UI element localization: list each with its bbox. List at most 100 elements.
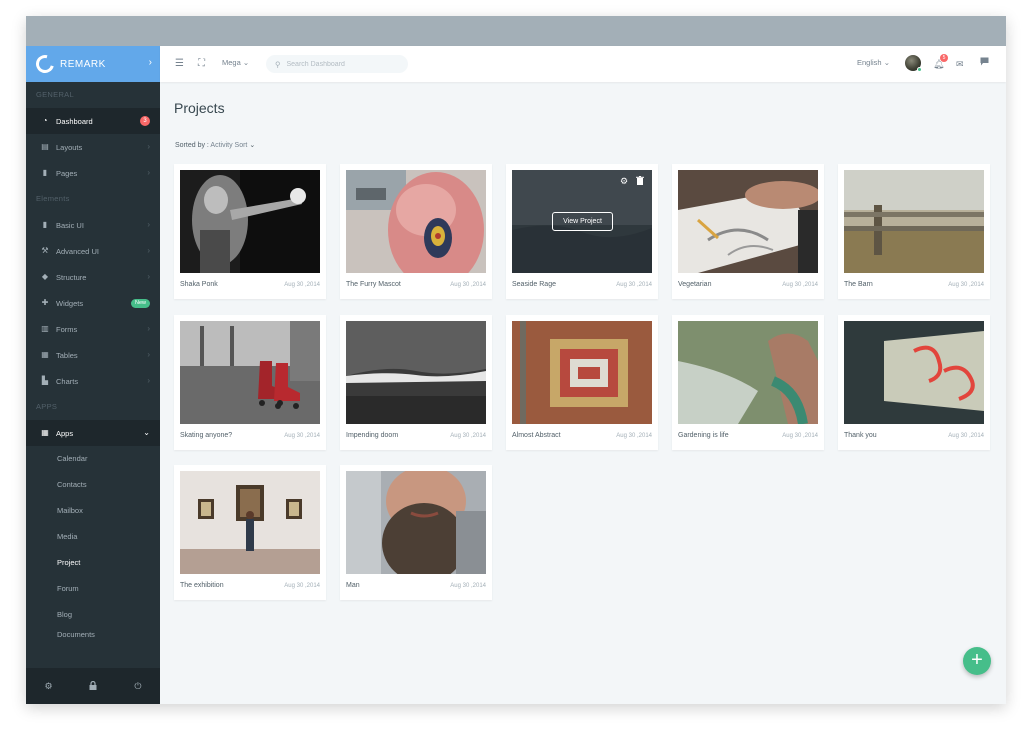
sidebar-subitem-blog[interactable]: Blog bbox=[26, 602, 160, 628]
chevron-right-icon[interactable]: › bbox=[149, 57, 152, 68]
sidebar-subitem-contacts[interactable]: Contacts bbox=[26, 472, 160, 498]
project-card[interactable]: Man Aug 30 ,2014 bbox=[340, 465, 492, 600]
chevron-right-icon: › bbox=[147, 142, 150, 151]
project-title: The exhibition bbox=[180, 582, 224, 589]
sidebar-subitem-project[interactable]: Project bbox=[26, 550, 160, 576]
sidebar-item-dashboard[interactable]: ◔ Dashboard 3 bbox=[26, 108, 160, 134]
avatar[interactable] bbox=[905, 55, 922, 72]
project-card[interactable]: Skating anyone? Aug 30 ,2014 bbox=[174, 315, 326, 450]
project-date: Aug 30 ,2014 bbox=[948, 433, 984, 439]
mail-icon[interactable]: ✉ bbox=[956, 57, 964, 71]
project-thumbnail[interactable] bbox=[180, 321, 320, 424]
project-thumbnail[interactable] bbox=[844, 321, 984, 424]
sidebar-item-widgets[interactable]: ✚ Widgets New bbox=[26, 290, 160, 316]
project-date: Aug 30 ,2014 bbox=[450, 282, 486, 288]
puzzle-icon: ◆ bbox=[41, 272, 49, 281]
project-card[interactable]: The Barn Aug 30 ,2014 bbox=[838, 164, 990, 299]
sidebar-subitem-documents[interactable]: Documents bbox=[26, 628, 160, 644]
project-title: Seaside Rage bbox=[512, 281, 556, 288]
sidebar-item-label: Charts bbox=[56, 376, 79, 386]
brand-name: REMARK bbox=[60, 58, 106, 70]
sidebar-subitem-forum[interactable]: Forum bbox=[26, 576, 160, 602]
chevron-down-icon: ⌄ bbox=[247, 142, 256, 149]
project-card[interactable]: ⚙ View Project Seaside Rage Aug 30 ,2014 bbox=[506, 164, 658, 299]
sidebar-item-label: Structure bbox=[56, 272, 87, 282]
project-hover-overlay: ⚙ View Project bbox=[512, 170, 652, 273]
project-title: Almost Abstract bbox=[512, 432, 561, 439]
topbar: ☰ ⛶ Mega ⌄ ⚲ English ⌄ 🔔︎ 5 ✉ bbox=[160, 46, 1006, 82]
project-title: The Barn bbox=[844, 281, 873, 288]
project-title: Gardening is life bbox=[678, 432, 729, 439]
brand-header[interactable]: REMARK › bbox=[26, 46, 160, 82]
project-thumbnail[interactable] bbox=[678, 170, 818, 273]
sidebar-item-structure[interactable]: ◆ Structure › bbox=[26, 264, 160, 290]
project-card[interactable]: Almost Abstract Aug 30 ,2014 bbox=[506, 315, 658, 450]
project-date: Aug 30 ,2014 bbox=[284, 583, 320, 589]
project-card[interactable]: Vegetarian Aug 30 ,2014 bbox=[672, 164, 824, 299]
project-date: Aug 30 ,2014 bbox=[450, 433, 486, 439]
sidebar-item-charts[interactable]: ▙ Charts › bbox=[26, 368, 160, 394]
project-date: Aug 30 ,2014 bbox=[284, 433, 320, 439]
project-date: Aug 30 ,2014 bbox=[616, 433, 652, 439]
chevron-right-icon: › bbox=[147, 168, 150, 177]
project-title: The Furry Mascot bbox=[346, 281, 401, 288]
sidebar-item-forms[interactable]: ▥ Forms › bbox=[26, 316, 160, 342]
sidebar-item-apps[interactable]: ▦ Apps ⌄ bbox=[26, 420, 160, 446]
section-title-elements: Elements bbox=[36, 194, 70, 203]
hamburger-menu-icon[interactable]: ☰ bbox=[175, 57, 184, 71]
project-thumbnail[interactable] bbox=[346, 321, 486, 424]
sidebar-footer: ⚙ ⏻ bbox=[26, 668, 160, 704]
mega-menu-dropdown[interactable]: Mega ⌄ bbox=[222, 58, 249, 67]
sidebar-item-advanced-ui[interactable]: ⚒ Advanced UI › bbox=[26, 238, 160, 264]
bookmark-icon: ▮ bbox=[42, 220, 48, 229]
search-icon: ⚲ bbox=[275, 59, 281, 69]
chevron-down-icon: ⌄ bbox=[242, 58, 250, 67]
sidebar-item-basic-ui[interactable]: ▮ Basic UI › bbox=[26, 212, 160, 238]
add-project-button[interactable]: + bbox=[963, 647, 991, 675]
chevron-down-icon: ⌄ bbox=[883, 58, 890, 67]
trash-icon[interactable] bbox=[636, 176, 644, 185]
power-icon[interactable]: ⏻ bbox=[134, 681, 141, 692]
app-window: REMARK › GENERAL ◔ Dashboard 3 ▤ Layouts… bbox=[26, 16, 1006, 704]
project-title: Vegetarian bbox=[678, 281, 712, 288]
sidebar-item-label: Layouts bbox=[56, 142, 83, 152]
dashboard-icon: ◔ bbox=[42, 116, 48, 125]
project-card[interactable]: Thank you Aug 30 ,2014 bbox=[838, 315, 990, 450]
sidebar-item-layouts[interactable]: ▤ Layouts › bbox=[26, 134, 160, 160]
language-label: English bbox=[857, 58, 882, 67]
project-thumbnail[interactable] bbox=[678, 321, 818, 424]
sidebar-subitem-mailbox[interactable]: Mailbox bbox=[26, 498, 160, 524]
sidebar-item-pages[interactable]: ▮ Pages › bbox=[26, 160, 160, 186]
search-input[interactable] bbox=[286, 60, 397, 68]
project-thumbnail[interactable] bbox=[346, 170, 486, 273]
project-thumbnail[interactable] bbox=[844, 170, 984, 273]
sidebar-item-label: Advanced UI bbox=[56, 246, 99, 256]
project-title: Skating anyone? bbox=[180, 432, 233, 439]
sidebar-item-tables[interactable]: ▦ Tables › bbox=[26, 342, 160, 368]
language-dropdown[interactable]: English ⌄ bbox=[857, 58, 890, 67]
sort-label: Sorted by : bbox=[175, 142, 211, 149]
search-box[interactable]: ⚲ bbox=[266, 55, 408, 73]
project-thumbnail[interactable] bbox=[512, 321, 652, 424]
project-card[interactable]: The Furry Mascot Aug 30 ,2014 bbox=[340, 164, 492, 299]
project-thumbnail[interactable] bbox=[180, 471, 320, 574]
lock-icon[interactable] bbox=[89, 680, 97, 692]
project-thumbnail[interactable] bbox=[180, 170, 320, 273]
project-card[interactable]: Gardening is life Aug 30 ,2014 bbox=[672, 315, 824, 450]
project-card[interactable]: Shaka Ponk Aug 30 ,2014 bbox=[174, 164, 326, 299]
project-card[interactable]: The exhibition Aug 30 ,2014 bbox=[174, 465, 326, 600]
project-thumbnail[interactable]: ⚙ View Project bbox=[512, 170, 652, 273]
chart-icon: ▙ bbox=[41, 376, 49, 385]
sidebar-subitem-media[interactable]: Media bbox=[26, 524, 160, 550]
gear-icon[interactable]: ⚙ bbox=[44, 681, 52, 692]
view-project-button[interactable]: View Project bbox=[552, 212, 613, 231]
project-card[interactable]: Impending doom Aug 30 ,2014 bbox=[340, 315, 492, 450]
chat-icon[interactable] bbox=[980, 57, 989, 71]
gear-icon[interactable]: ⚙ bbox=[620, 176, 628, 187]
sidebar-subitem-calendar[interactable]: Calendar bbox=[26, 446, 160, 472]
sort-dropdown[interactable]: Sorted by : Activity Sort ⌄ bbox=[175, 141, 255, 149]
sidebar: REMARK › GENERAL ◔ Dashboard 3 ▤ Layouts… bbox=[26, 46, 160, 704]
fullscreen-icon[interactable]: ⛶ bbox=[198, 57, 205, 71]
project-thumbnail[interactable] bbox=[346, 471, 486, 574]
layout-icon: ▤ bbox=[41, 142, 49, 151]
